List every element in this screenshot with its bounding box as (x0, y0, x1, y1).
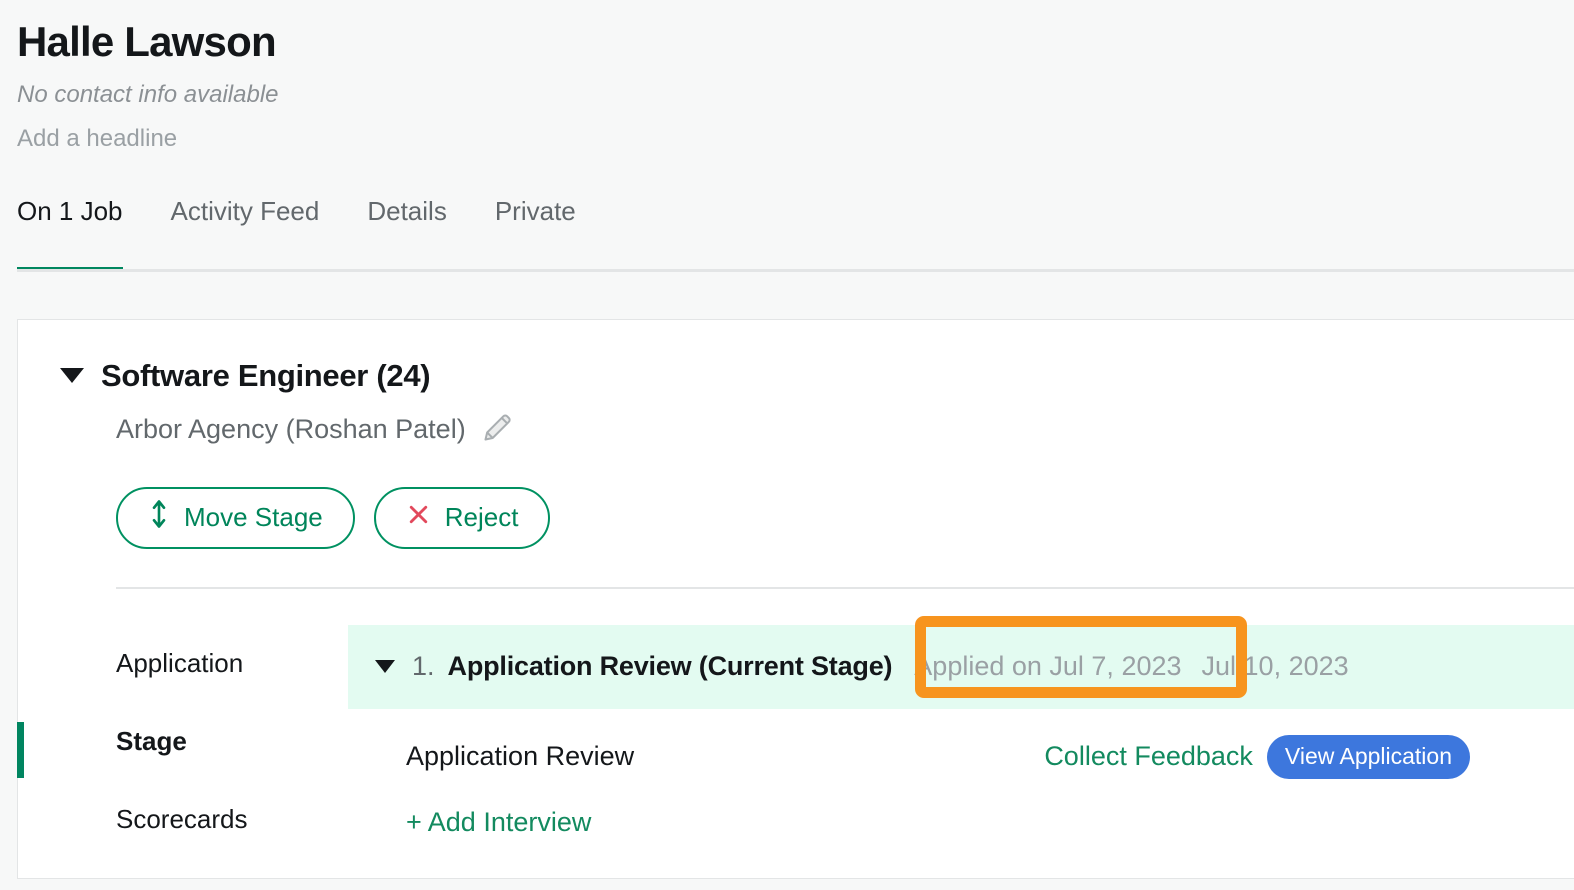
stage-index: 1. (412, 651, 435, 682)
stage-nav-item-stage[interactable]: Stage (116, 703, 348, 781)
tabbar-divider (17, 268, 1574, 272)
interview-name: Application Review (406, 741, 635, 772)
collect-feedback-link[interactable]: Collect Feedback (1044, 741, 1253, 772)
move-vertical-arrows-icon (148, 499, 170, 536)
caret-down-icon[interactable] (375, 660, 395, 674)
job-agency-row: Arbor Agency (Roshan Patel) (18, 407, 1574, 452)
view-application-button[interactable]: View Application (1266, 734, 1470, 779)
pencil-icon[interactable] (478, 407, 518, 452)
stage-nav-label: Application (116, 648, 244, 679)
applied-on-date: Applied on Jul 7, 2023 (914, 651, 1182, 682)
move-stage-label: Move Stage (184, 502, 323, 533)
stage-panel: 1. Application Review (Current Stage) Ap… (348, 615, 1574, 859)
job-card: Software Engineer (24) Arbor Agency (Ros… (17, 318, 1574, 879)
job-agency-label: Arbor Agency (Roshan Patel) (116, 413, 466, 444)
current-stage-row[interactable]: 1. Application Review (Current Stage) Ap… (348, 615, 1574, 709)
tab-label: Details (367, 195, 447, 226)
tab-activity-feed[interactable]: Activity Feed (171, 196, 320, 237)
page-title: Halle Lawson (17, 18, 277, 65)
stage-date: Jul 10, 2023 (1201, 651, 1349, 682)
interview-row: Application Review Collect Feedback View… (348, 721, 1574, 793)
card-divider (116, 586, 1574, 589)
tab-private[interactable]: Private (495, 196, 576, 237)
stage-section: Application Stage Scorecards 1. Applicat… (18, 615, 1574, 859)
job-title: Software Engineer (24) (101, 357, 431, 393)
reject-label: Reject (444, 502, 519, 533)
current-stage-title: Application Review (Current Stage) (447, 651, 893, 682)
stage-nav-label: Stage (116, 726, 187, 757)
add-interview-link[interactable]: + Add Interview (348, 807, 591, 838)
profile-header: Halle Lawson No contact info available A… (0, 0, 1574, 154)
tab-on-1-job[interactable]: On 1 Job (17, 195, 123, 272)
interview-actions: Collect Feedback View Application (1044, 734, 1470, 779)
add-headline-field[interactable]: Add a headline (17, 125, 1574, 154)
reject-button[interactable]: Reject (373, 486, 551, 549)
tabbar: On 1 Job Activity Feed Details Private (0, 196, 1574, 272)
selected-stage-accent-bar (17, 721, 24, 778)
contact-info-text: No contact info available (17, 81, 279, 109)
caret-down-icon[interactable] (60, 368, 84, 384)
stage-nav-item-scorecards[interactable]: Scorecards (116, 781, 348, 859)
stage-nav-item-application[interactable]: Application (116, 625, 348, 703)
tab-label: Private (494, 195, 576, 226)
job-action-row: Move Stage Reject (18, 486, 1574, 549)
tab-label: On 1 Job (17, 195, 123, 226)
tab-label: Activity Feed (170, 195, 320, 226)
move-stage-button[interactable]: Move Stage (116, 486, 355, 549)
job-title-row: Software Engineer (24) (18, 358, 1574, 394)
stage-nav: Application Stage Scorecards (18, 625, 348, 859)
x-close-icon (406, 502, 431, 534)
tab-details[interactable]: Details (367, 196, 446, 237)
stage-nav-label: Scorecards (116, 804, 248, 835)
